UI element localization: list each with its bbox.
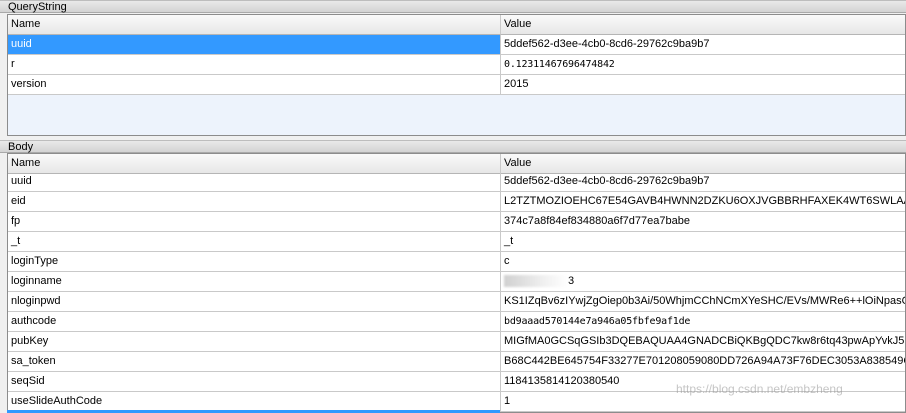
param-name[interactable]: useSlideAuthCode [8,392,501,412]
table-row[interactable]: version 2015 [8,75,905,95]
redaction-blur [504,275,568,288]
param-value[interactable]: B68C442BE645754F33277E701208059080DD726A… [501,352,905,372]
param-name[interactable]: version [8,75,501,95]
param-name[interactable]: _t [8,232,501,252]
empty-grid-area [8,95,905,135]
param-value[interactable]: 0.12311467696474842 [501,55,905,75]
table-row[interactable]: uuid 5ddef562-d3ee-4cb0-8cd6-29762c9ba9b… [8,172,905,192]
param-value[interactable]: L2TZTMOZIOEHC67E54GAVB4HWNN2DZKU6OXJVGBB… [501,192,905,212]
watermark-text: https://blog.csdn.net/embzheng [676,382,843,396]
param-value[interactable]: 5ddef562-d3ee-4cb0-8cd6-29762c9ba9b7 [501,35,905,55]
table-row[interactable]: r 0.12311467696474842 [8,55,905,75]
column-header-name[interactable]: Name [8,15,501,35]
table-row[interactable]: loginname 3 [8,272,905,292]
table-row[interactable]: eid L2TZTMOZIOEHC67E54GAVB4HWNN2DZKU6OXJ… [8,192,905,212]
param-value: 3 [568,275,575,287]
param-value[interactable]: _t [501,232,905,252]
table-row[interactable]: _t _t [8,232,905,252]
param-name[interactable]: eid [8,192,501,212]
param-value[interactable]: bd9aaad570144e7a946a05fbfe9af1de [501,312,905,332]
param-name[interactable]: sa_token [8,352,501,372]
param-name[interactable]: uuid [8,35,501,55]
param-value[interactable]: KS1IZqBv6zIYwjZgOiep0b3Ai/50WhjmCChNCmXY… [501,292,905,312]
querystring-header-row: Name Value [8,15,905,35]
table-row[interactable]: uuid 5ddef562-d3ee-4cb0-8cd6-29762c9ba9b… [8,35,905,55]
body-header-row: Name Value [8,154,905,174]
body-grid[interactable]: Name Value uuid 5ddef562-d3ee-4cb0-8cd6-… [7,153,906,413]
table-row[interactable]: pubKey MIGfMA0GCSqGSIb3DQEBAQUAA4GNADCBi… [8,332,905,352]
param-name[interactable]: loginType [8,252,501,272]
param-name[interactable]: pubKey [8,332,501,352]
param-value[interactable]: MIGfMA0GCSqGSIb3DQEBAQUAA4GNADCBiQKBgQDC… [501,332,905,352]
param-name[interactable]: nloginpwd [8,292,501,312]
param-name[interactable]: r [8,55,501,75]
column-header-name[interactable]: Name [8,154,501,174]
table-row[interactable]: nloginpwd KS1IZqBv6zIYwjZgOiep0b3Ai/50Wh… [8,292,905,312]
param-name[interactable]: fp [8,212,501,232]
param-name[interactable]: authcode [8,312,501,332]
param-name[interactable]: loginname [8,272,501,292]
table-row[interactable]: authcode bd9aaad570144e7a946a05fbfe9af1d… [8,312,905,332]
param-value-redacted[interactable]: 3 [501,272,905,292]
param-name[interactable]: seqSid [8,372,501,392]
body-section-title: Body [0,140,906,153]
column-header-value[interactable]: Value [501,15,905,35]
param-value[interactable]: 374c7a8f84ef834880a6f7d77ea7babe [501,212,905,232]
param-value[interactable]: 2015 [501,75,905,95]
querystring-section-title: QueryString [0,0,906,13]
table-row[interactable]: sa_token B68C442BE645754F33277E701208059… [8,352,905,372]
table-row[interactable]: loginType c [8,252,905,272]
param-value[interactable]: c [501,252,905,272]
column-header-value[interactable]: Value [501,154,905,174]
querystring-grid[interactable]: Name Value uuid 5ddef562-d3ee-4cb0-8cd6-… [7,14,906,136]
param-name[interactable]: uuid [8,172,501,192]
table-row[interactable]: fp 374c7a8f84ef834880a6f7d77ea7babe [8,212,905,232]
param-value[interactable]: 5ddef562-d3ee-4cb0-8cd6-29762c9ba9b7 [501,172,905,192]
